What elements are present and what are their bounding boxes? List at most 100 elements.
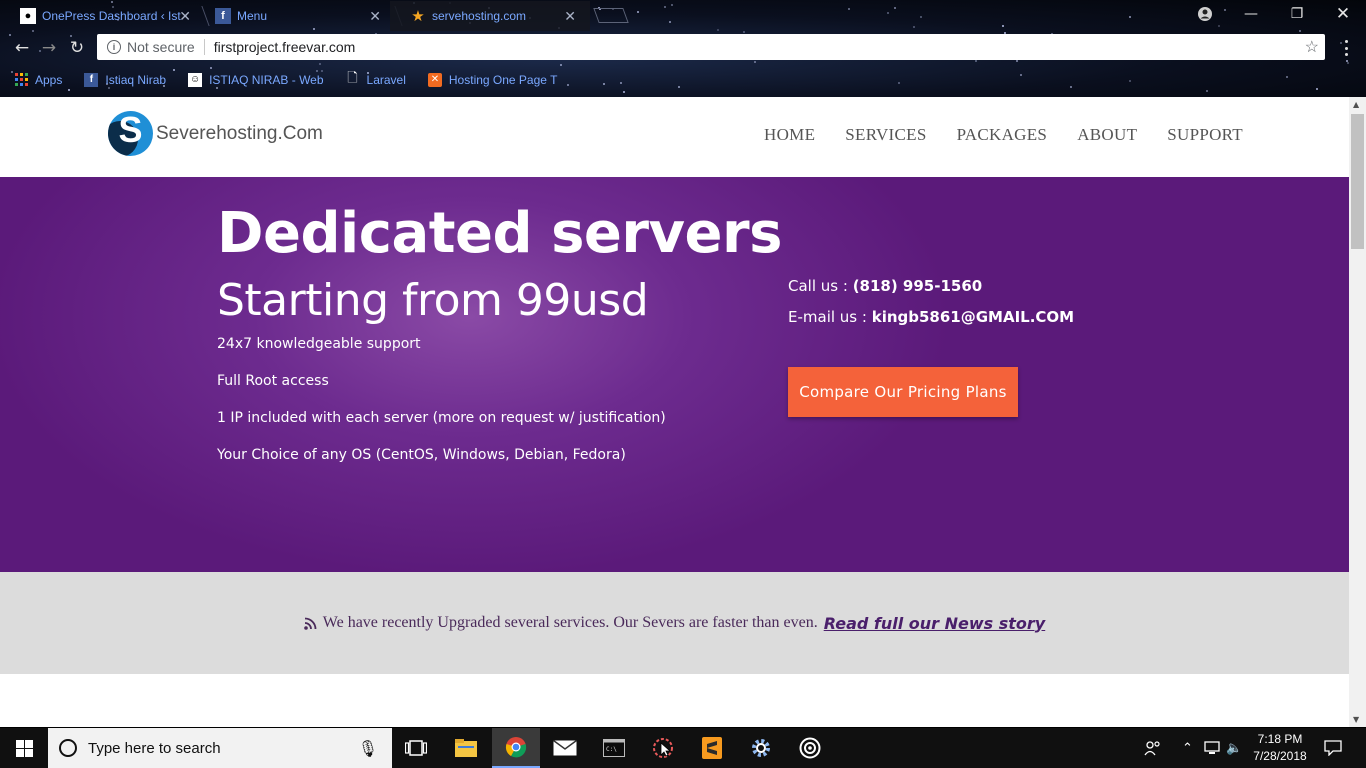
new-tab-button[interactable] bbox=[593, 8, 629, 23]
bookmark-apps[interactable]: Apps bbox=[14, 73, 62, 87]
tab-title: servehosting.com bbox=[432, 9, 527, 23]
terminal-icon[interactable]: C:\ bbox=[590, 728, 638, 768]
app-target-icon[interactable] bbox=[786, 728, 834, 768]
bookmark-label: Hosting One Page T bbox=[448, 72, 558, 87]
bookmark-star-icon[interactable]: ☆ bbox=[1305, 37, 1319, 57]
nav-services[interactable]: SERVICES bbox=[845, 125, 926, 145]
news-text: We have recently Upgraded several servic… bbox=[322, 614, 818, 631]
reload-icon[interactable]: ↻ bbox=[66, 37, 88, 59]
address-divider bbox=[203, 39, 205, 55]
tab-title: OnePress Dashboard ‹ Ist bbox=[42, 9, 181, 23]
close-icon[interactable]: ✕ bbox=[369, 8, 381, 25]
bookmark-label: Laravel bbox=[366, 72, 406, 87]
hero-title: Dedicated servers bbox=[217, 201, 782, 266]
web-page: S Severehosting.Com HOME SERVICES PACKAG… bbox=[0, 97, 1349, 727]
action-center-icon[interactable] bbox=[1324, 728, 1342, 768]
address-bar[interactable]: i Not secure firstproject.freevar.com ☆ bbox=[97, 34, 1325, 60]
page-scrollbar[interactable]: ▲ ▼ bbox=[1349, 97, 1366, 727]
nav-packages[interactable]: PACKAGES bbox=[957, 125, 1048, 145]
close-icon[interactable]: ✕ bbox=[564, 8, 576, 25]
window-close-icon[interactable]: ✕ bbox=[1320, 0, 1366, 28]
close-icon[interactable]: ✕ bbox=[179, 8, 191, 25]
hero-subtitle: Starting from 99usd bbox=[217, 275, 649, 326]
email-label: E-mail us : bbox=[788, 308, 872, 326]
info-icon[interactable]: i bbox=[107, 40, 121, 54]
browser-chrome: ● OnePress Dashboard ‹ Ist ✕ f Menu ✕ ★ … bbox=[0, 0, 1366, 97]
back-arrow-icon[interactable]: ← bbox=[11, 37, 33, 59]
restore-icon[interactable]: ❐ bbox=[1274, 0, 1320, 28]
contact-info: Call us : (818) 995-1560 E-mail us : kin… bbox=[788, 277, 1074, 339]
site-logo[interactable]: S Severehosting.Com bbox=[108, 111, 323, 156]
phone-line: Call us : (818) 995-1560 bbox=[788, 277, 1074, 308]
tab-strip: ● OnePress Dashboard ‹ Ist ✕ f Menu ✕ ★ … bbox=[0, 0, 1366, 31]
news-story-link[interactable]: Read full our News story bbox=[824, 614, 1046, 633]
phone-number[interactable]: (818) 995-1560 bbox=[853, 277, 983, 295]
news-banner: We have recently Upgraded several servic… bbox=[0, 572, 1349, 674]
people-icon[interactable] bbox=[1144, 728, 1162, 768]
feature-item: Full Root access bbox=[217, 373, 329, 389]
task-view-icon[interactable] bbox=[392, 728, 440, 768]
nav-home[interactable]: HOME bbox=[764, 125, 815, 145]
tab-title: Menu bbox=[237, 9, 268, 23]
security-label[interactable]: Not secure bbox=[127, 39, 195, 55]
bookmarks-bar: Apps f Istiaq Nirab ☺ ISTIAQ NIRAB - Web… bbox=[0, 64, 1366, 95]
logo-letter: S bbox=[118, 111, 143, 150]
url-text[interactable]: firstproject.freevar.com bbox=[214, 39, 356, 55]
bookmark-istiaq-nirab-web[interactable]: ☺ ISTIAQ NIRAB - Web bbox=[188, 72, 324, 87]
logo-text: Severehosting.Com bbox=[156, 122, 323, 144]
search-placeholder[interactable]: Type here to search bbox=[88, 740, 221, 757]
forward-arrow-icon[interactable]: → bbox=[38, 37, 60, 59]
snipping-tool-icon[interactable] bbox=[639, 728, 687, 768]
mail-icon[interactable] bbox=[541, 728, 589, 768]
apps-grid-icon bbox=[14, 73, 28, 87]
tray-chevron-up-icon[interactable]: ⌃ bbox=[1182, 728, 1193, 768]
feature-item: 1 IP included with each server (more on … bbox=[217, 410, 666, 426]
logo-s-icon: S bbox=[108, 111, 153, 156]
bookmark-laravel[interactable]: 🗋 Laravel bbox=[346, 69, 406, 87]
main-nav: HOME SERVICES PACKAGES ABOUT SUPPORT bbox=[764, 125, 1243, 145]
network-icon[interactable] bbox=[1203, 728, 1221, 768]
settings-gear-icon[interactable] bbox=[737, 728, 785, 768]
tab-menu[interactable]: f Menu ✕ bbox=[195, 1, 395, 31]
scroll-up-icon[interactable]: ▲ bbox=[1353, 100, 1359, 109]
chrome-icon[interactable] bbox=[492, 728, 540, 768]
profile-icon: ☺ bbox=[188, 72, 203, 87]
bookmark-istiaq-nirab[interactable]: f Istiaq Nirab bbox=[84, 72, 167, 87]
tab-servehosting[interactable]: ★ servehosting.com ✕ bbox=[390, 1, 590, 31]
feature-list: 24x7 knowledgeable support Full Root acc… bbox=[217, 336, 666, 484]
windows-taskbar: Type here to search 🎙 C:\ ⌃ 🔈 7:18 PM 7/… bbox=[0, 728, 1366, 768]
bookmark-hosting-template[interactable]: ✕ Hosting One Page T bbox=[427, 72, 558, 87]
star-icon: ★ bbox=[411, 8, 425, 25]
wordpress-icon: ● bbox=[20, 8, 36, 24]
call-label: Call us : bbox=[788, 277, 853, 295]
profile-icon[interactable] bbox=[1182, 0, 1228, 28]
compare-pricing-button[interactable]: Compare Our Pricing Plans bbox=[788, 367, 1018, 417]
bookmark-label: Istiaq Nirab bbox=[105, 72, 167, 87]
svg-text:C:\: C:\ bbox=[606, 746, 617, 753]
microphone-icon[interactable]: 🎙 bbox=[358, 739, 378, 758]
file-explorer-icon[interactable] bbox=[442, 728, 490, 768]
tab-onepress-dashboard[interactable]: ● OnePress Dashboard ‹ Ist ✕ bbox=[0, 1, 205, 31]
scroll-down-icon[interactable]: ▼ bbox=[1353, 715, 1359, 724]
clock-time: 7:18 PM bbox=[1257, 732, 1303, 746]
minimize-icon[interactable]: — bbox=[1228, 0, 1274, 28]
feature-item: 24x7 knowledgeable support bbox=[217, 336, 421, 352]
clock-date: 7/28/2018 bbox=[1253, 749, 1307, 763]
bookmark-label: ISTIAQ NIRAB - Web bbox=[209, 72, 324, 87]
cortana-icon bbox=[59, 739, 77, 757]
windows-start-icon[interactable] bbox=[0, 728, 48, 768]
scrollbar-thumb[interactable] bbox=[1351, 114, 1364, 249]
email-address[interactable]: kingb5861@GMAIL.COM bbox=[872, 308, 1074, 326]
taskbar-search-box[interactable]: Type here to search 🎙 bbox=[48, 728, 392, 768]
browser-toolbar: ← → ↻ i Not secure firstproject.freevar.… bbox=[0, 31, 1366, 64]
nav-support[interactable]: SUPPORT bbox=[1167, 125, 1243, 145]
page-icon: 🗋 bbox=[347, 69, 358, 85]
browser-menu-icon[interactable] bbox=[1338, 38, 1354, 58]
system-clock[interactable]: 7:18 PM 7/28/2018 bbox=[1246, 731, 1314, 765]
email-line: E-mail us : kingb5861@GMAIL.COM bbox=[788, 308, 1074, 339]
sublime-text-icon[interactable] bbox=[688, 728, 736, 768]
template-icon: ✕ bbox=[427, 72, 442, 87]
rss-icon bbox=[303, 617, 317, 630]
nav-about[interactable]: ABOUT bbox=[1077, 125, 1137, 145]
volume-icon[interactable]: 🔈 bbox=[1226, 728, 1242, 768]
